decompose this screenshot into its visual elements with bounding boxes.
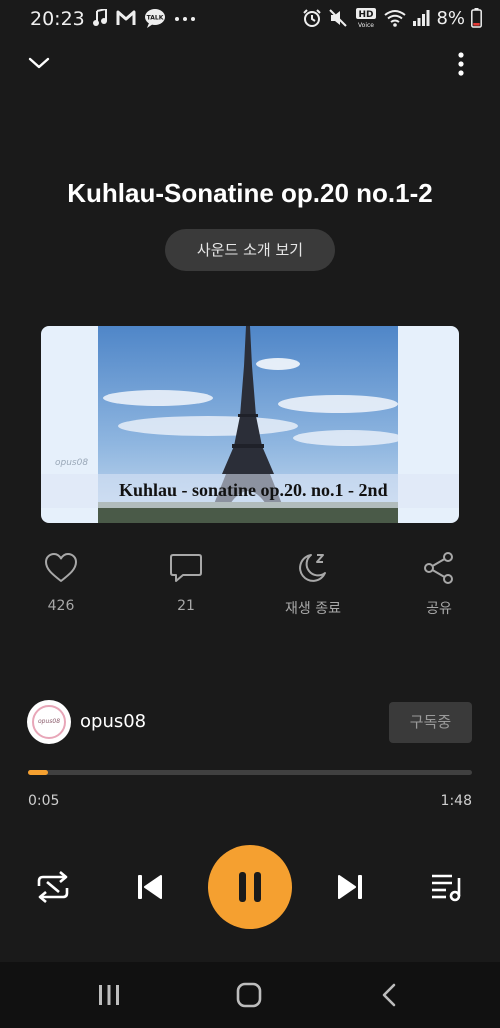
- battery-icon: [471, 8, 482, 28]
- alarm-icon: [303, 9, 322, 27]
- share-button[interactable]: 공유: [394, 550, 484, 618]
- hd-label: HD: [359, 10, 374, 20]
- share-label: 공유: [426, 601, 452, 617]
- artwork-watermark: opus08: [55, 458, 89, 468]
- sleep-timer-label: 재생 종료: [285, 601, 341, 617]
- gmail-icon: [116, 10, 136, 25]
- comments-button[interactable]: 21: [141, 550, 231, 614]
- battery-percent: 8%: [436, 7, 465, 29]
- talk-label: TALK: [147, 15, 164, 22]
- hd-voice-icon: HD Voice: [356, 8, 377, 29]
- previous-button[interactable]: [128, 867, 172, 907]
- system-nav-bar: [0, 962, 500, 1028]
- artwork-caption: Kuhlau - sonatine op.20. no.1 - 2nd: [119, 480, 388, 500]
- like-button[interactable]: 426: [16, 550, 106, 614]
- moon-sleep-icon: [299, 554, 326, 582]
- like-count: 426: [47, 598, 75, 614]
- next-button[interactable]: [328, 867, 372, 907]
- back-icon: [382, 983, 396, 1007]
- status-bar: 20:23 TALK HD Voice 8%: [0, 0, 500, 36]
- playback-controls: [0, 845, 500, 930]
- album-artwork: opus08 Kuhlau - sonatine op.20. no.1 - 2…: [41, 326, 459, 523]
- talk-icon: TALK: [145, 9, 165, 28]
- playlist-button[interactable]: [424, 867, 470, 907]
- repeat-icon: [37, 871, 69, 903]
- playlist-icon: [432, 874, 461, 902]
- collapse-chevron-down-icon[interactable]: [28, 55, 50, 71]
- action-row: 426 21 재생 종료 공유: [0, 550, 500, 620]
- sleep-timer-button[interactable]: 재생 종료: [268, 550, 358, 618]
- home-button[interactable]: [219, 962, 279, 1028]
- mute-icon: [329, 9, 348, 27]
- back-button[interactable]: [359, 962, 419, 1028]
- progress-fill: [28, 770, 49, 775]
- subscribe-button[interactable]: 구독중: [389, 702, 472, 743]
- avatar-logo-text: opus08: [32, 705, 66, 739]
- signal-icon: [413, 10, 430, 26]
- comment-count: 21: [177, 598, 195, 614]
- status-time: 20:23: [30, 8, 85, 30]
- channel-avatar[interactable]: opus08: [27, 700, 71, 744]
- music-note-icon: [93, 9, 107, 26]
- wifi-icon: [384, 10, 407, 27]
- recent-apps-button[interactable]: [79, 962, 139, 1028]
- share-icon: [424, 552, 453, 584]
- more-dots-icon: [175, 17, 195, 21]
- more-options-icon[interactable]: [455, 51, 467, 77]
- home-icon: [236, 982, 262, 1008]
- pause-icon: [239, 872, 261, 902]
- view-sound-intro-button[interactable]: 사운드 소개 보기: [165, 229, 335, 271]
- pause-button[interactable]: [208, 845, 292, 929]
- comment-icon: [170, 554, 202, 582]
- channel-name[interactable]: opus08: [80, 711, 146, 732]
- voice-label: Voice: [358, 22, 374, 29]
- next-icon: [338, 875, 362, 899]
- heart-icon: [45, 553, 77, 582]
- recent-apps-icon: [99, 985, 119, 1005]
- repeat-button[interactable]: [30, 867, 76, 907]
- current-time: 0:05: [28, 793, 60, 809]
- track-title: Kuhlau-Sonatine op.20 no.1-2: [67, 178, 433, 208]
- previous-icon: [138, 875, 162, 899]
- progress-bar[interactable]: [28, 770, 472, 775]
- total-time: 1:48: [440, 793, 472, 809]
